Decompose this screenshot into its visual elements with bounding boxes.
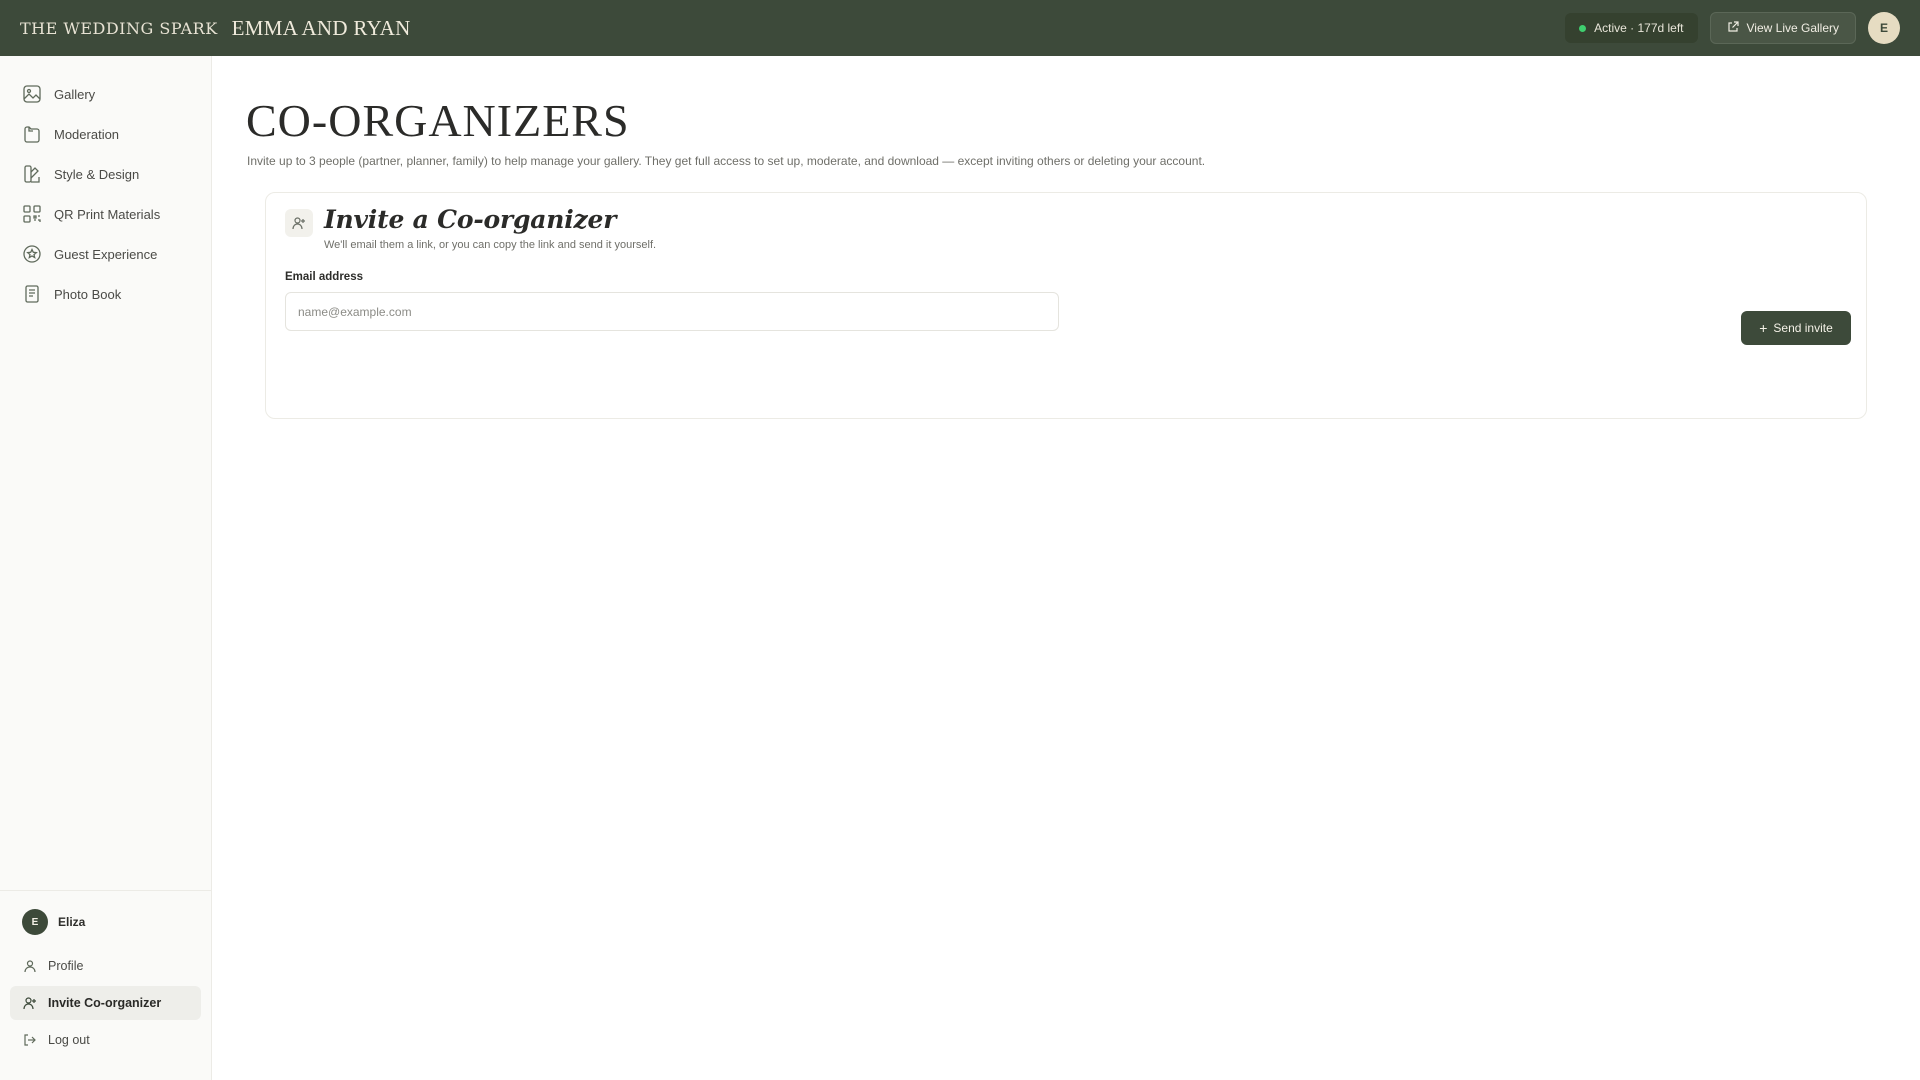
palette-icon bbox=[22, 164, 42, 184]
top-bar-actions: Active · 177d left View Live Gallery E bbox=[1565, 12, 1900, 44]
view-live-gallery-label: View Live Gallery bbox=[1746, 21, 1839, 35]
user-plus-icon bbox=[285, 209, 313, 237]
sidebar-item-photo-book[interactable]: Photo Book bbox=[0, 274, 211, 314]
brand-logo[interactable]: The Wedding Spark bbox=[20, 19, 218, 38]
sidebar-item-label: Log out bbox=[48, 1033, 90, 1047]
card-subtitle: We'll email them a link, or you can copy… bbox=[324, 239, 657, 251]
invite-card: Invite a Co-organizer We'll email them a… bbox=[265, 192, 1867, 419]
main-content: Co-organizers Invite up to 3 people (par… bbox=[212, 56, 1920, 1080]
page-description: Invite up to 3 people (partner, planner,… bbox=[247, 154, 1206, 168]
send-invite-label: Send invite bbox=[1773, 321, 1833, 335]
sidebar-item-label: Photo Book bbox=[54, 286, 122, 302]
view-live-gallery-button[interactable]: View Live Gallery bbox=[1709, 12, 1856, 44]
avatar: E bbox=[22, 909, 48, 935]
sidebar-item-log-out[interactable]: Log out bbox=[10, 1023, 201, 1057]
status-text: Active · 177d left bbox=[1594, 21, 1684, 35]
event-name: Emma and Ryan bbox=[231, 15, 411, 40]
sidebar-item-label: Gallery bbox=[54, 86, 96, 102]
page-title: Co-organizers bbox=[246, 95, 630, 146]
sidebar-item-qr-print-materials[interactable]: QR Print Materials bbox=[0, 194, 211, 234]
sidebar-item-label: Style & Design bbox=[54, 166, 140, 182]
sidebar-item-label: Invite Co-organizer bbox=[48, 996, 162, 1010]
email-label: Email address bbox=[285, 271, 363, 283]
card-title: Invite a Co-organizer bbox=[324, 205, 617, 234]
qr-code-icon bbox=[22, 204, 42, 224]
image-icon bbox=[22, 84, 42, 104]
logout-icon bbox=[22, 1032, 38, 1048]
folder-icon bbox=[22, 124, 42, 144]
star-badge-icon bbox=[22, 244, 42, 264]
email-field[interactable] bbox=[285, 292, 1059, 331]
user-plus-icon bbox=[22, 995, 38, 1011]
sidebar-item-label: Profile bbox=[48, 959, 84, 973]
status-badge: Active · 177d left bbox=[1565, 13, 1698, 43]
send-invite-button[interactable]: + Send invite bbox=[1741, 311, 1851, 345]
external-link-icon bbox=[1727, 20, 1739, 36]
user-name: Eliza bbox=[58, 915, 86, 929]
book-icon bbox=[22, 284, 42, 304]
sidebar-item-label: QR Print Materials bbox=[54, 206, 161, 222]
sidebar-item-moderation[interactable]: Moderation bbox=[0, 114, 211, 154]
top-bar: The Wedding Spark Emma and Ryan Active ·… bbox=[0, 0, 1920, 56]
sidebar-item-profile[interactable]: Profile bbox=[10, 949, 201, 983]
sidebar-item-label: Moderation bbox=[54, 126, 120, 142]
sidebar-item-gallery[interactable]: Gallery bbox=[0, 74, 211, 114]
user-info: E Eliza bbox=[10, 905, 201, 949]
user-icon bbox=[22, 958, 38, 974]
status-dot-icon bbox=[1579, 24, 1587, 32]
sidebar: Gallery Moderation Style & Design QR Pri… bbox=[0, 56, 212, 1080]
plus-icon: + bbox=[1759, 320, 1768, 336]
sidebar-account-section: E Eliza Profile Invite Co-organizer Log … bbox=[0, 890, 211, 1080]
sidebar-item-style-design[interactable]: Style & Design bbox=[0, 154, 211, 194]
account-avatar[interactable]: E bbox=[1868, 12, 1900, 44]
sidebar-item-guest-experience[interactable]: Guest Experience bbox=[0, 234, 211, 274]
sidebar-item-invite-co-organizer[interactable]: Invite Co-organizer bbox=[10, 986, 201, 1020]
sidebar-item-label: Guest Experience bbox=[54, 246, 158, 262]
sidebar-nav: Gallery Moderation Style & Design QR Pri… bbox=[0, 56, 211, 314]
